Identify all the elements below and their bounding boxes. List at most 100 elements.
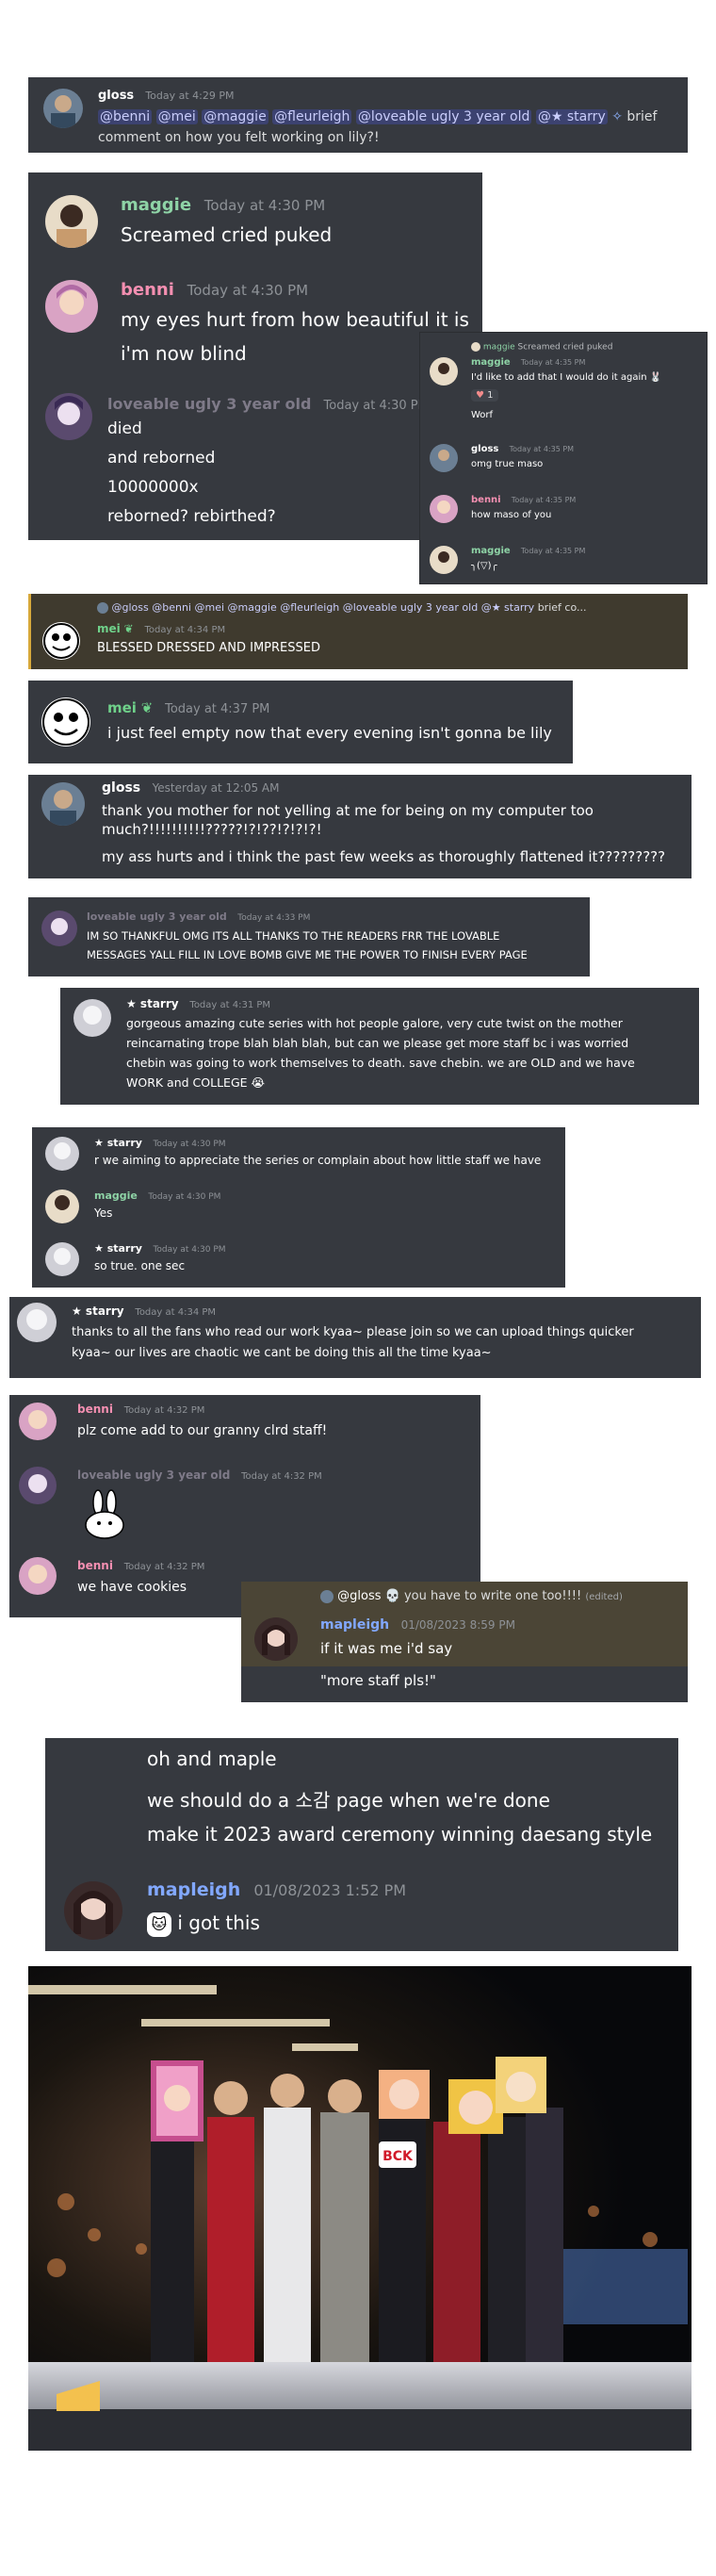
username[interactable]: maggie bbox=[94, 1190, 138, 1202]
username[interactable]: gloss bbox=[98, 89, 134, 103]
reply-mentions[interactable]: @gloss @benni @mei @maggie @fleurleigh @… bbox=[112, 601, 535, 614]
username[interactable]: gloss bbox=[471, 444, 498, 454]
timestamp: Today at 4:34 PM bbox=[144, 625, 226, 635]
avatar[interactable] bbox=[430, 357, 458, 386]
message-text: WORK and COLLEGE bbox=[126, 1075, 248, 1090]
message-text: reborned? rebirthed? bbox=[107, 507, 276, 526]
avatar[interactable] bbox=[42, 622, 80, 660]
leaf-emoji-icon: ❦ bbox=[123, 622, 134, 635]
avatar[interactable] bbox=[320, 1589, 334, 1603]
avatar[interactable] bbox=[45, 1190, 79, 1223]
avatar[interactable] bbox=[73, 999, 111, 1037]
avatar[interactable] bbox=[19, 1403, 57, 1440]
message-card-mei-blessed: @gloss @benni @mei @maggie @fleurleigh @… bbox=[28, 594, 688, 669]
mention[interactable]: @fleurleigh bbox=[272, 109, 352, 124]
avatar[interactable] bbox=[430, 495, 458, 523]
avatar[interactable] bbox=[45, 195, 98, 248]
rabbit-emoji-icon: 🐰 bbox=[649, 372, 662, 383]
username[interactable]: maggie bbox=[471, 357, 511, 368]
message-text: how maso of you bbox=[471, 510, 552, 520]
message-text: Screamed cried puked bbox=[121, 223, 333, 246]
message-text: chebin was going to work themselves to d… bbox=[126, 1056, 635, 1070]
timestamp: Today at 4:30 PM bbox=[153, 1140, 226, 1149]
avatar[interactable] bbox=[430, 546, 458, 574]
timestamp: Today at 4:30 PM bbox=[153, 1245, 226, 1255]
message-text: ╮(▽)╭ bbox=[471, 561, 497, 571]
reply-username[interactable]: @gloss bbox=[337, 1589, 381, 1603]
mention[interactable]: @loveable ugly 3 year old bbox=[355, 109, 532, 124]
message-text: brief bbox=[626, 109, 658, 124]
avatar[interactable] bbox=[97, 602, 108, 614]
message-text: died bbox=[107, 419, 142, 438]
timestamp: Today at 4:31 PM bbox=[189, 1000, 271, 1010]
message-text: and reborned bbox=[107, 449, 216, 468]
avatar[interactable] bbox=[41, 782, 85, 826]
avatar[interactable] bbox=[254, 1617, 298, 1661]
username[interactable]: ★ starry bbox=[126, 997, 179, 1010]
message-text: my eyes hurt from how beautiful it is bbox=[121, 308, 469, 331]
message-text: i'm now blind bbox=[121, 342, 247, 365]
mention[interactable]: @mei bbox=[155, 109, 198, 124]
message-text: "more staff pls!" bbox=[320, 1672, 436, 1689]
timestamp: Today at 4:34 PM bbox=[135, 1307, 217, 1318]
avatar[interactable] bbox=[43, 89, 83, 128]
timestamp: Today at 4:35 PM bbox=[520, 358, 586, 367]
message-text: make it 2023 award ceremony winning daes… bbox=[147, 1823, 653, 1846]
username[interactable]: maggie bbox=[471, 546, 511, 556]
avatar[interactable] bbox=[45, 1137, 79, 1171]
username[interactable]: benni bbox=[77, 1403, 113, 1416]
username[interactable]: gloss bbox=[102, 780, 140, 796]
message-text: BLESSED DRESSED AND IMPRESSED bbox=[97, 641, 320, 655]
message-text: thanks to all the fans who read our work… bbox=[72, 1325, 634, 1339]
avatar[interactable] bbox=[64, 1881, 122, 1940]
username[interactable]: mei bbox=[97, 622, 121, 635]
message-card-mapleigh-daesang: oh and maple we should do a 소감 page when… bbox=[45, 1738, 678, 1951]
avatar[interactable] bbox=[41, 911, 77, 946]
username[interactable]: mapleigh bbox=[320, 1617, 389, 1633]
username[interactable]: ★ starry bbox=[72, 1304, 124, 1318]
reply-text: brief co... bbox=[537, 601, 587, 614]
reply-username[interactable]: maggie bbox=[483, 343, 515, 353]
username[interactable]: benni bbox=[471, 495, 501, 505]
message-text: we have cookies bbox=[77, 1580, 187, 1595]
cat-emoji-icon: 🐱 bbox=[147, 1911, 171, 1937]
mention[interactable]: @maggie bbox=[202, 109, 268, 124]
message-text: gorgeous amazing cute series with hot pe… bbox=[126, 1016, 623, 1030]
heart-emoji-icon: ♥ bbox=[476, 390, 484, 401]
username[interactable]: benni bbox=[77, 1559, 113, 1572]
avatar[interactable] bbox=[430, 444, 458, 472]
avatar[interactable] bbox=[45, 1242, 79, 1276]
timestamp: Today at 4:35 PM bbox=[509, 445, 575, 453]
avatar[interactable] bbox=[471, 342, 480, 352]
username[interactable]: ★ starry bbox=[94, 1137, 142, 1149]
username[interactable]: ★ starry bbox=[94, 1242, 142, 1255]
avatar[interactable] bbox=[41, 697, 90, 747]
timestamp: Yesterday at 12:05 AM bbox=[152, 781, 280, 795]
timestamp: Today at 4:35 PM bbox=[511, 496, 577, 504]
avatar[interactable] bbox=[17, 1303, 57, 1342]
mention[interactable]: @benni bbox=[98, 109, 153, 124]
username[interactable]: mei bbox=[107, 699, 137, 716]
timestamp: Today at 4:32 PM bbox=[241, 1471, 322, 1482]
username[interactable]: benni bbox=[121, 280, 174, 300]
avatar[interactable] bbox=[45, 393, 92, 440]
avatar[interactable] bbox=[19, 1557, 57, 1595]
username[interactable]: maggie bbox=[121, 195, 191, 215]
avatar[interactable] bbox=[45, 280, 98, 333]
username[interactable]: mapleigh bbox=[147, 1879, 240, 1900]
username[interactable]: loveable ugly 3 year old bbox=[107, 395, 311, 413]
message-text: if it was me i'd say bbox=[320, 1640, 453, 1657]
message-card-mei-empty: mei ❦ Today at 4:37 PM i just feel empty… bbox=[28, 681, 573, 763]
message-text: Worf bbox=[471, 410, 494, 420]
username[interactable]: loveable ugly 3 year old bbox=[77, 1468, 230, 1482]
reaction-button[interactable]: ♥ 1 bbox=[471, 389, 498, 402]
message-text: I'd like to add that I would do it again bbox=[471, 372, 647, 383]
message-text: MESSAGES YALL FILL IN LOVE BOMB GIVE ME … bbox=[87, 948, 528, 961]
timestamp: Today at 4:32 PM bbox=[123, 1562, 205, 1572]
username[interactable]: loveable ugly 3 year old bbox=[87, 911, 227, 923]
timestamp: Today at 4:30 PM bbox=[187, 282, 309, 299]
mention[interactable]: @★ starry bbox=[535, 109, 608, 124]
message-text: i just feel empty now that every evening… bbox=[107, 724, 552, 742]
avatar[interactable] bbox=[19, 1467, 57, 1504]
sparkle-emoji-icon: ✧ bbox=[611, 109, 623, 124]
